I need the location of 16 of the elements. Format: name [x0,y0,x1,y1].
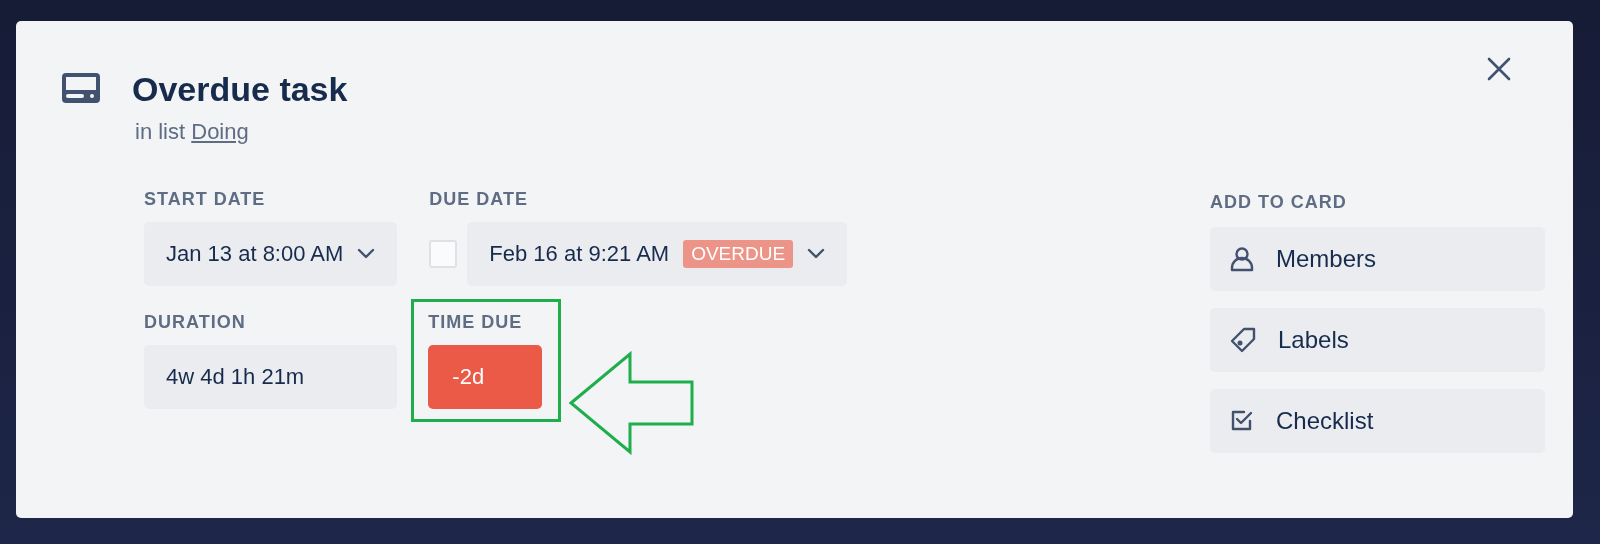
start-date-button[interactable]: Jan 13 at 8:00 AM [144,222,398,286]
field-label: START DATE [144,189,267,210]
list-link[interactable]: Doing [191,119,249,144]
add-to-card-button[interactable]: Checklist [1210,389,1545,453]
duration-value: 4w 4d 1h 21m [144,345,398,409]
overdue-badge: OVERDUE [683,240,794,268]
add-to-card-button[interactable]: Labels [1210,308,1545,372]
list-caption: in list Doing [134,119,250,145]
field-label: TIME DUE [428,312,524,333]
due-date-button[interactable]: Feb 16 at 9:21 AM OVERDUE [467,222,848,286]
section-title: ADD TO CARD [1210,192,1348,213]
add-to-card-button[interactable]: Members [1210,227,1545,291]
field-label: DUE DATE [429,189,529,210]
time-due-value: -2d [428,345,543,409]
card-title: Overdue task [132,69,348,109]
field-label: DURATION [144,312,247,333]
